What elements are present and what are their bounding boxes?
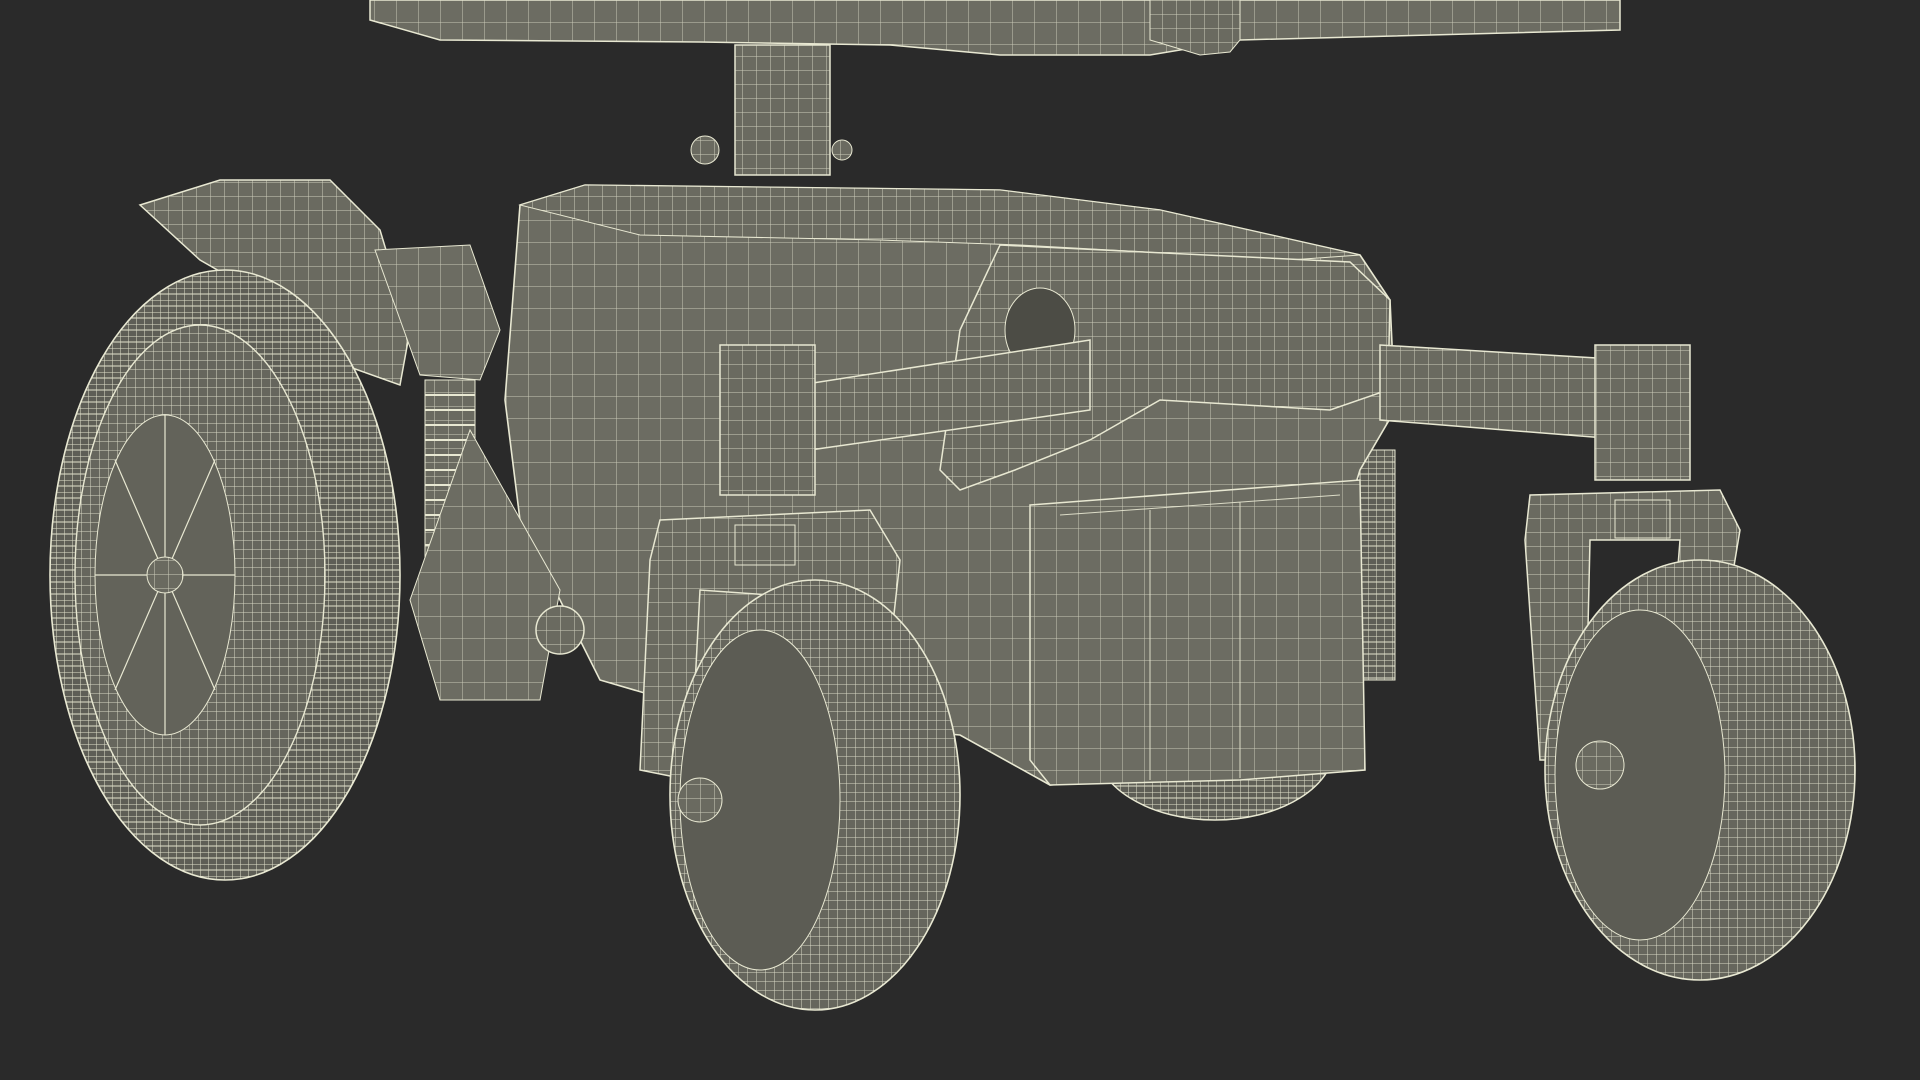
wheelchair-model [49,0,1856,1011]
seat-base-plate [369,0,1621,56]
battery-box [1029,479,1366,786]
drive-wheel-left [49,269,401,881]
3d-viewport[interactable] [0,0,1920,1080]
swivel-post [690,44,853,176]
caster-right [1524,489,1856,981]
